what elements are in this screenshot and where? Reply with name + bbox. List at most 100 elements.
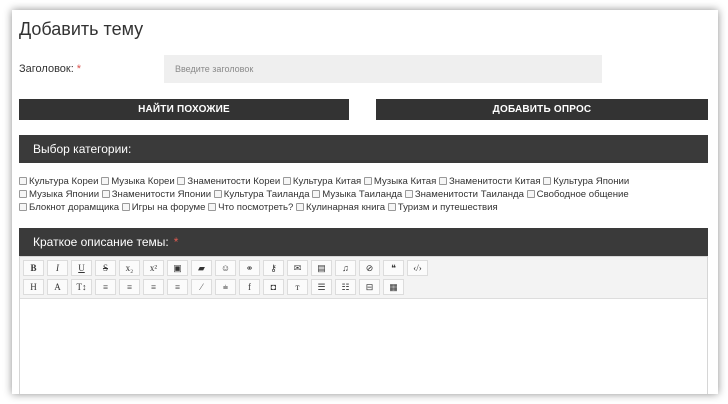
category-option[interactable]: Знаменитости Таиланда (404, 188, 524, 200)
category-label: Культура Японии (553, 176, 630, 187)
category-label: Музыка Таиланда (322, 188, 403, 200)
folder-button[interactable]: ▰ (191, 260, 212, 276)
category-checkbox[interactable] (19, 189, 27, 198)
code-button[interactable]: ‹/› (407, 260, 428, 276)
font-size-button[interactable]: T↕ (71, 279, 92, 295)
category-option[interactable]: Культура Японии (543, 176, 629, 187)
category-label: Культура Китая (292, 176, 362, 187)
editor-toolbar: B I U Sx₂ x² ▣ ▰ ☺ ⚭ ⚷ ✉ ▤ ♫ ⊘ ❝ ‹/› H A T↕ ≡ ≡ ≡ ≡ ⁄ ⩧ f ◘ ᴛ ☰ ☷ ⊟ ▦ (20, 257, 707, 299)
category-checkbox[interactable] (19, 202, 27, 211)
quote-button[interactable]: ❝ (383, 260, 404, 276)
category-option[interactable]: Музыка Китая (363, 176, 436, 187)
italic-button[interactable]: I (47, 260, 68, 276)
superscript-button[interactable]: x² (143, 260, 164, 276)
category-option[interactable]: Что посмотреть? (208, 202, 293, 213)
category-checkbox[interactable] (19, 177, 27, 185)
category-label: Культура Таиланда (223, 188, 310, 200)
category-option[interactable]: Знаменитости Японии (101, 188, 212, 200)
category-label: Музыка Кореи (111, 176, 175, 187)
category-option[interactable]: Музыка Таиланда (312, 189, 402, 200)
align-center-button[interactable]: ≡ (119, 279, 140, 295)
add-topic-panel: Добавить тему Заголовок:* НАЙТИ ПОХОЖИЕ … (12, 10, 718, 394)
category-checkbox[interactable] (312, 189, 321, 198)
music-button[interactable]: ♫ (335, 260, 356, 276)
category-checkbox[interactable] (363, 177, 372, 185)
title-input[interactable] (164, 55, 602, 83)
heading-button[interactable]: H (23, 279, 44, 295)
category-option[interactable]: Туризм и путешествия (387, 201, 498, 213)
category-checkbox[interactable] (177, 177, 186, 185)
category-label: Культура Кореи (29, 176, 99, 187)
justify-button[interactable]: ≡ (167, 279, 188, 295)
category-option[interactable]: Музыка Японии (19, 189, 99, 200)
hidden-button[interactable]: ⊘ (359, 260, 380, 276)
find-similar-button[interactable]: НАЙТИ ПОХОЖИЕ (19, 99, 349, 120)
category-label: Игры на форуме (131, 201, 206, 213)
category-label: Знаменитости Японии (111, 188, 212, 200)
title-label-text: Заголовок: (19, 63, 74, 75)
table-button[interactable]: ▦ (383, 279, 404, 295)
category-checkbox[interactable] (438, 177, 447, 185)
category-checkbox[interactable] (121, 202, 130, 211)
subscript-button[interactable]: x₂ (119, 260, 140, 276)
add-poll-button[interactable]: ДОБАВИТЬ ОПРОС (376, 99, 708, 120)
text-button[interactable]: ᴛ (287, 279, 308, 295)
video-button[interactable]: ▤ (311, 260, 332, 276)
required-mark: * (173, 235, 179, 249)
category-checkbox[interactable] (526, 189, 535, 198)
description-editor: B I U Sx₂ x² ▣ ▰ ☺ ⚭ ⚷ ✉ ▤ ♫ ⊘ ❝ ‹/› H A T↕ ≡ ≡ ≡ ≡ ⁄ ⩧ f ◘ ᴛ ☰ ☷ ⊟ ▦ (19, 256, 708, 394)
category-header-text: Выбор категории: (33, 142, 132, 156)
category-checkbox[interactable] (296, 202, 305, 211)
category-label: Свободное общение (536, 188, 629, 200)
align-right-button[interactable]: ≡ (143, 279, 164, 295)
category-option[interactable]: Игры на форуме (121, 201, 206, 213)
category-checkbox[interactable] (208, 202, 217, 211)
indent-button[interactable]: ⩧ (215, 279, 236, 295)
category-option[interactable]: Культура Таиланда (213, 188, 310, 200)
category-checkbox[interactable] (404, 189, 413, 198)
category-list: Культура Кореи Музыка Кореи Знаменитости… (19, 176, 711, 214)
description-textarea[interactable] (20, 300, 707, 394)
facebook-button[interactable]: f (239, 279, 260, 295)
underline-button[interactable]: U (71, 260, 92, 276)
category-checkbox[interactable] (101, 189, 110, 198)
title-field-label: Заголовок: * (19, 63, 81, 75)
bullet-list-button[interactable]: ☰ (311, 279, 332, 295)
required-mark: * (76, 63, 82, 75)
category-option[interactable]: Блокнот дорамщика (19, 202, 119, 213)
image-button[interactable]: ▣ (167, 260, 188, 276)
toolbar-row-2: H A T↕ ≡ ≡ ≡ ≡ ⁄ ⩧ f ◘ ᴛ ☰ ☷ ⊟ ▦ (23, 279, 707, 296)
category-label: Музыка Японии (29, 188, 100, 200)
description-section-header: Краткое описание темы: * (19, 228, 708, 256)
category-label: Кулинарная книга (306, 201, 386, 213)
category-label: Знаменитости Таиланда (414, 188, 524, 200)
category-option[interactable]: Кулинарная книга (296, 202, 385, 213)
key-button[interactable]: ⚷ (263, 260, 284, 276)
font-button[interactable]: A (47, 279, 68, 295)
category-checkbox[interactable] (101, 177, 110, 185)
category-checkbox[interactable] (282, 177, 291, 185)
category-checkbox[interactable] (543, 177, 552, 185)
spoiler-button[interactable]: ⊟ (359, 279, 380, 295)
category-option[interactable]: Знаменитости Кореи (177, 176, 280, 187)
category-label: Что посмотреть? (218, 201, 294, 213)
bold-button[interactable]: B (23, 260, 44, 276)
category-option[interactable]: Музыка Кореи (101, 176, 175, 187)
page-title: Добавить тему (19, 19, 144, 39)
link-button[interactable]: ⚭ (239, 260, 260, 276)
category-option[interactable]: Знаменитости Китая (438, 176, 541, 187)
category-option[interactable]: Культура Китая (282, 176, 362, 187)
emoji-button[interactable]: ☺ (215, 260, 236, 276)
align-left-button[interactable]: ≡ (95, 279, 116, 295)
category-checkbox[interactable] (387, 202, 396, 211)
category-option[interactable]: Свободное общение (526, 188, 629, 200)
strike-button[interactable]: S (95, 260, 116, 276)
category-section-header: Выбор категории: (19, 135, 708, 163)
email-button[interactable]: ✉ (287, 260, 308, 276)
category-option[interactable]: Культура Кореи (19, 176, 99, 187)
numbered-list-button[interactable]: ☷ (335, 279, 356, 295)
category-label: Туризм и путешествия (397, 201, 498, 213)
color-button[interactable]: ⁄ (191, 279, 212, 295)
instagram-button[interactable]: ◘ (263, 279, 284, 295)
category-checkbox[interactable] (213, 189, 222, 198)
